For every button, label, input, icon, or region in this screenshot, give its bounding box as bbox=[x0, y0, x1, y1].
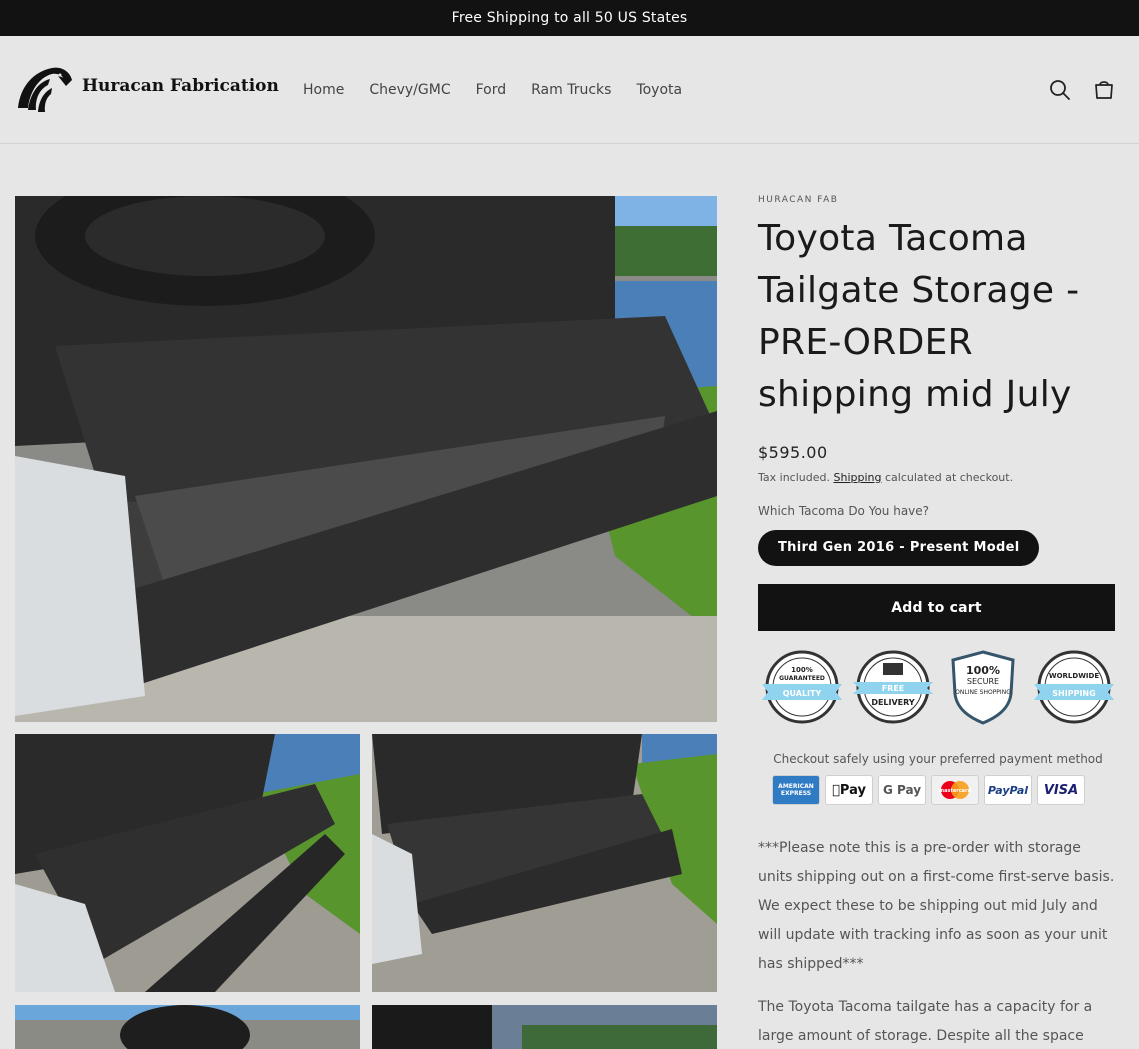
badge-1-line2: GUARANTEED bbox=[779, 675, 825, 682]
announcement-text: Free Shipping to all 50 US States bbox=[451, 10, 688, 26]
product-vendor: HURACAN FAB bbox=[758, 195, 839, 205]
nav-toyota[interactable]: Toyota bbox=[636, 82, 682, 98]
truck-icon bbox=[882, 663, 903, 675]
apple-icon:  bbox=[832, 783, 840, 798]
eagle-logo-icon bbox=[18, 67, 72, 112]
badge-1-ribbon: QUALITY bbox=[783, 689, 822, 698]
google-pay-icon: G Pay bbox=[878, 775, 926, 805]
amex-icon: AMERICAN EXPRESS bbox=[772, 775, 820, 805]
cart-icon[interactable] bbox=[1092, 78, 1116, 102]
payment-methods: AMERICAN EXPRESS Pay G Pay mastercard P… bbox=[772, 775, 1090, 805]
badge-4-ribbon: SHIPPING bbox=[1052, 689, 1095, 698]
quality-guarantee-badge: 100% GUARANTEED QUALITY bbox=[762, 650, 842, 724]
tax-note: Tax included. Shipping calculated at che… bbox=[758, 471, 1118, 484]
product-title: Toyota Tacoma Tailgate Storage - PRE-ORD… bbox=[758, 218, 1080, 415]
badge-2-line2: FREE bbox=[881, 684, 904, 693]
badge-3-line1: 100% bbox=[966, 664, 1000, 677]
product-info: HURACAN FAB Toyota Tacoma Tailgate Stora… bbox=[758, 195, 1118, 631]
worldwide-shipping-badge: WORLDWIDE SHIPPING bbox=[1033, 650, 1114, 724]
paypal-icon: PayPal bbox=[984, 775, 1032, 805]
apple-pay-icon: Pay bbox=[825, 775, 873, 805]
description-paragraph-1: ***Please note this is a pre-order with … bbox=[758, 840, 1115, 972]
main-nav: Home Chevy/GMC Ford Ram Trucks Toyota bbox=[303, 82, 707, 98]
announcement-bar: Free Shipping to all 50 US States bbox=[0, 0, 1139, 36]
product-image-3[interactable] bbox=[372, 734, 717, 992]
mastercard-label: mastercard bbox=[939, 788, 972, 794]
badge-4-line1: WORLDWIDE bbox=[1049, 672, 1099, 680]
shipping-link[interactable]: Shipping bbox=[833, 471, 881, 484]
nav-ram-trucks[interactable]: Ram Trucks bbox=[531, 82, 611, 98]
product-image-4[interactable] bbox=[15, 1005, 360, 1049]
nav-chevy-gmc[interactable]: Chevy/GMC bbox=[369, 82, 450, 98]
tax-prefix: Tax included. bbox=[758, 471, 830, 484]
badge-1-line1: 100% bbox=[791, 666, 813, 674]
nav-home[interactable]: Home bbox=[303, 82, 344, 98]
secure-shopping-badge: 100% SECURE ONLINE SHOPPING bbox=[951, 650, 1015, 725]
brand-logo[interactable]: Huracan Fabrication bbox=[14, 62, 279, 116]
search-icon[interactable] bbox=[1048, 78, 1072, 102]
tax-suffix: calculated at checkout. bbox=[884, 471, 1014, 484]
site-header: Huracan Fabrication Home Chevy/GMC Ford … bbox=[0, 36, 1139, 144]
variant-option-selected[interactable]: Third Gen 2016 - Present Model bbox=[758, 530, 1040, 566]
badge-3-ribbon: ONLINE SHOPPING bbox=[955, 689, 1011, 696]
product-description: ***Please note this is a pre-order with … bbox=[758, 834, 1118, 1049]
apple-pay-label: Pay bbox=[835, 782, 866, 798]
nav-ford[interactable]: Ford bbox=[476, 82, 507, 98]
badge-2-ribbon: DELIVERY bbox=[871, 698, 915, 707]
visa-icon: VISA bbox=[1037, 775, 1085, 805]
brand-name: Huracan Fabrication bbox=[82, 76, 279, 96]
badge-3-line2: SECURE bbox=[967, 677, 999, 686]
add-to-cart-button[interactable]: Add to cart bbox=[758, 584, 1115, 631]
variant-label: Which Tacoma Do You have? bbox=[758, 504, 930, 518]
product-image-main[interactable] bbox=[15, 196, 717, 722]
free-delivery-badge: FREE DELIVERY bbox=[852, 650, 933, 724]
product-image-5[interactable] bbox=[372, 1005, 717, 1049]
product-image-2[interactable] bbox=[15, 734, 360, 992]
description-paragraph-2: The Toyota Tacoma tailgate has a capacit… bbox=[758, 999, 1093, 1044]
mastercard-icon: mastercard bbox=[931, 775, 979, 805]
checkout-safely-text: Checkout safely using your preferred pay… bbox=[773, 752, 1103, 766]
trust-badges: 100% GUARANTEED QUALITY FREE DELIVERY 10… bbox=[762, 650, 1114, 725]
product-price: $595.00 bbox=[758, 443, 828, 462]
